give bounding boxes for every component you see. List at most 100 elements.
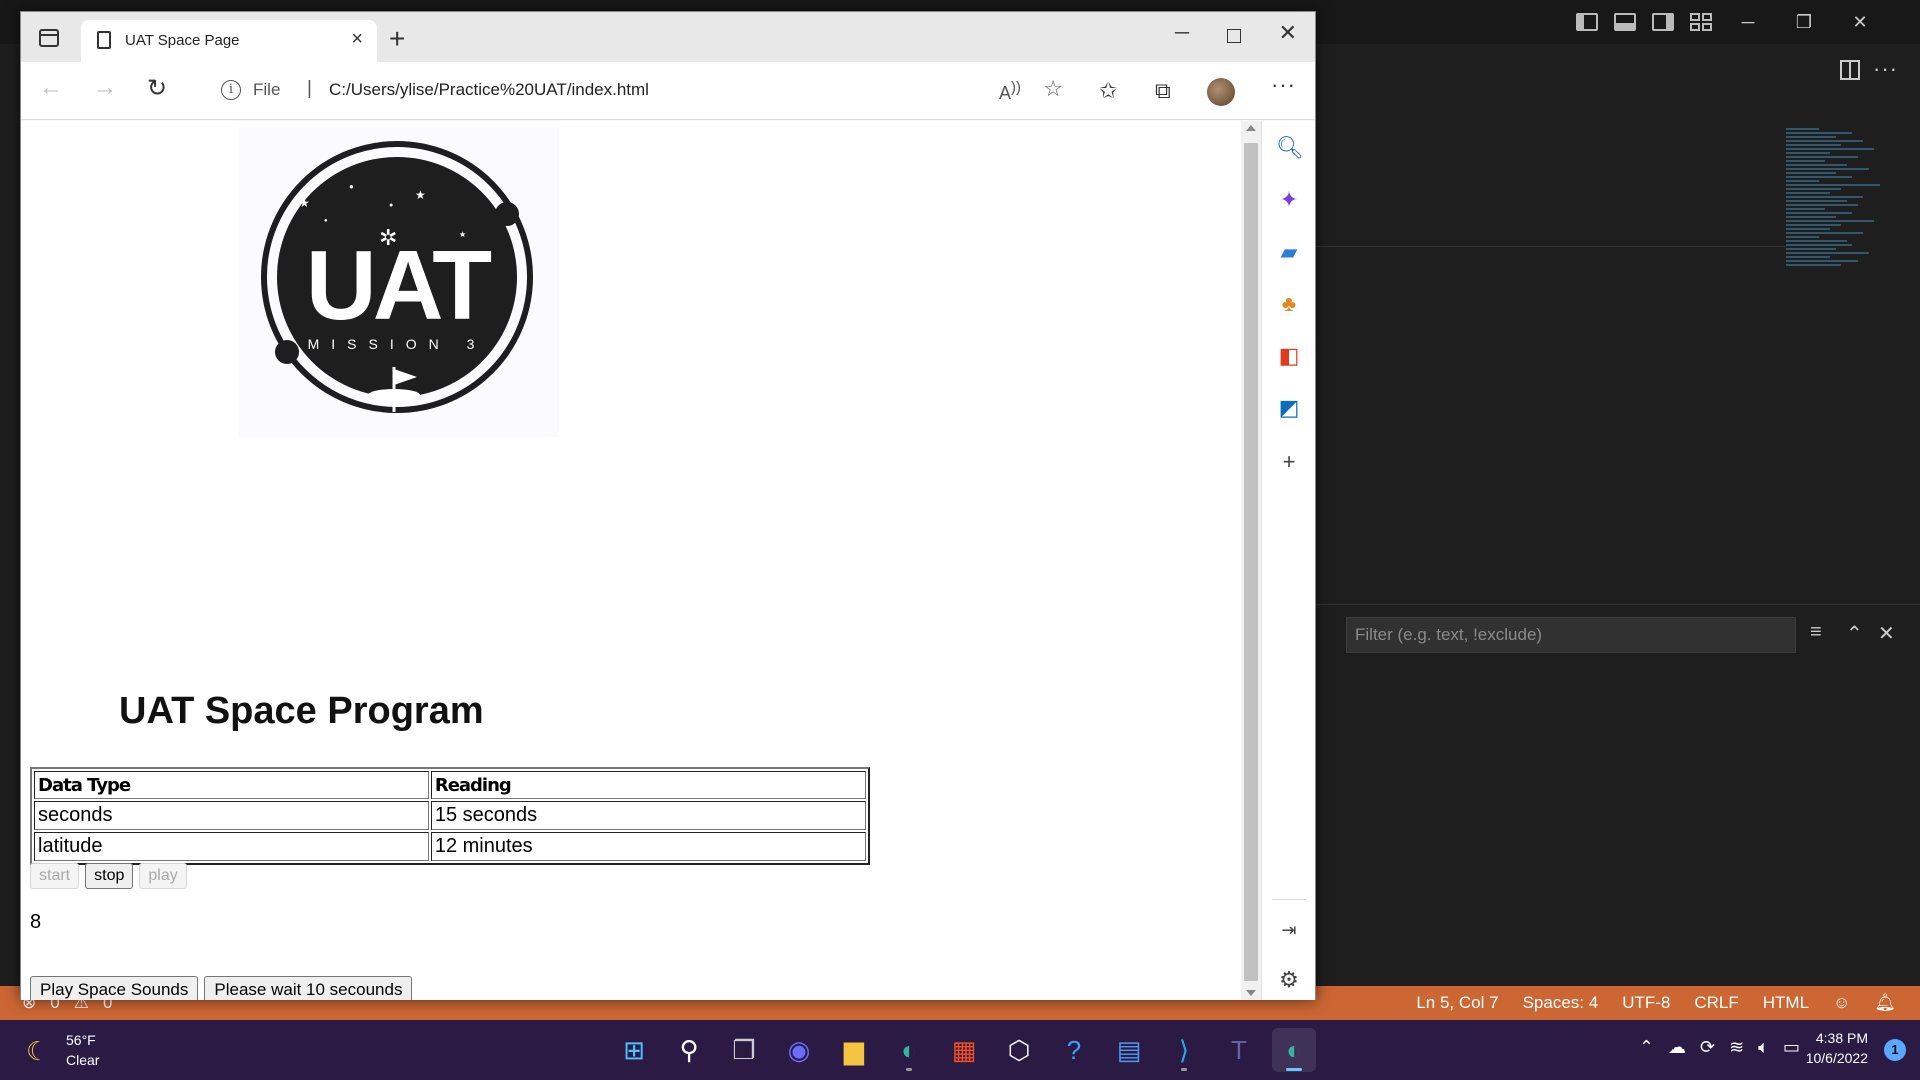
status-indentation[interactable]: Spaces: 4 [1523, 993, 1599, 1013]
add-favorite-icon[interactable]: ☆ [1043, 76, 1063, 102]
status-cursor-position[interactable]: Ln 5, Col 7 [1416, 993, 1498, 1013]
scroll-down-arrow-icon[interactable] [1246, 990, 1256, 996]
vscode-restore-icon[interactable]: ❐ [1784, 12, 1824, 33]
scroll-thumb[interactable] [1244, 143, 1258, 981]
close-tab-icon[interactable]: × [351, 28, 363, 51]
settings-more-icon[interactable]: ··· [1271, 72, 1296, 98]
sidebar-settings-icon[interactable]: ⚙ [1276, 967, 1302, 993]
url-text[interactable]: C:/Users/ylise/Practice%20UAT/index.html [329, 80, 649, 100]
toggle-primary-sidebar-icon[interactable] [1576, 13, 1598, 31]
favorites-icon[interactable]: ✩ [1099, 78, 1117, 104]
collections-icon[interactable]: ⧉ [1155, 78, 1171, 104]
timer-controls: start stop play [30, 863, 187, 889]
back-icon[interactable]: ← [39, 74, 63, 102]
url-field[interactable]: i File | C:/Users/ylise/Practice%20UAT/i… [199, 69, 1079, 111]
notifications-bell-icon[interactable]: 🔔︎ [1874, 993, 1896, 1013]
profile-avatar[interactable] [1207, 78, 1235, 106]
please-wait-button[interactable]: Please wait 10 secounds [204, 976, 413, 1000]
counter-value: 8 [30, 911, 42, 933]
edge-icon[interactable]: ◐ [887, 1028, 931, 1072]
svg-text:UAT: UAT [306, 230, 491, 340]
maximize-icon[interactable] [1227, 29, 1241, 43]
close-panel-icon[interactable]: ✕ [1878, 621, 1895, 646]
outlook-icon[interactable]: ◩ [1276, 395, 1302, 421]
data-table: Data Type Reading seconds 15 seconds lat… [30, 767, 870, 865]
split-editor-icon[interactable] [1840, 60, 1860, 80]
microsoft-store-icon[interactable]: ▦ [942, 1028, 986, 1072]
maximize-panel-icon[interactable]: ⌃ [1846, 621, 1863, 646]
wifi-icon[interactable]: ≋ [1729, 1037, 1744, 1058]
new-tab-icon[interactable]: + [389, 23, 405, 55]
teams-icon[interactable]: T [1217, 1028, 1261, 1072]
refresh-icon[interactable]: ↻ [147, 74, 167, 103]
search-icon[interactable]: ⚲ [667, 1028, 711, 1072]
minimap-line [1786, 144, 1841, 146]
customize-layout-icon[interactable] [1690, 13, 1712, 31]
minimap[interactable] [1786, 128, 1896, 328]
vscode-close-icon[interactable]: ✕ [1840, 12, 1880, 33]
page-scrollbar[interactable] [1241, 121, 1261, 1000]
tools-briefcase-icon[interactable]: ▰ [1276, 239, 1302, 265]
clock-date[interactable]: 10/6/2022 [1806, 1050, 1868, 1066]
get-help-icon[interactable]: ? [1052, 1028, 1096, 1072]
minimap-line [1786, 232, 1863, 234]
clear-output-icon[interactable]: ≡ [1810, 621, 1822, 644]
moon-weather-icon[interactable]: ☾ [26, 1036, 49, 1067]
games-icon[interactable]: ♣ [1276, 291, 1302, 317]
tab-uat-space-page[interactable]: UAT Space Page × [81, 20, 377, 62]
start-menu-icon[interactable]: ⊞ [612, 1028, 656, 1072]
stop-button[interactable]: stop [85, 863, 134, 889]
onedrive-icon[interactable]: ☁ [1668, 1037, 1686, 1058]
play-button[interactable]: play [139, 863, 187, 889]
toggle-panel-icon[interactable] [1614, 13, 1636, 31]
feedback-icon[interactable]: ☺ [1833, 993, 1850, 1013]
edge-active-icon[interactable]: ◐ [1272, 1028, 1316, 1072]
minimap-line [1786, 248, 1836, 250]
editor-more-actions-icon[interactable]: ··· [1873, 56, 1898, 82]
minimap-line [1786, 240, 1847, 242]
read-aloud-icon[interactable]: A)) [999, 79, 1021, 104]
status-language[interactable]: HTML [1763, 993, 1809, 1013]
notepad-icon[interactable]: ▤ [1107, 1028, 1151, 1072]
notification-badge[interactable]: 1 [1884, 1039, 1906, 1061]
editor-actions-bar: ··· [1316, 44, 1920, 98]
weather-temperature[interactable]: 56°F [66, 1032, 96, 1048]
vscode-minimize-icon[interactable]: ─ [1728, 12, 1768, 33]
app-icon[interactable]: ⬡ [997, 1028, 1041, 1072]
minimap-line [1786, 264, 1841, 266]
weather-description[interactable]: Clear [66, 1052, 99, 1068]
search-icon[interactable]: 🔍︎ [1276, 135, 1304, 161]
start-button[interactable]: start [30, 863, 80, 889]
chat-icon[interactable]: ◉ [777, 1028, 821, 1072]
clock-time[interactable]: 4:38 PM [1816, 1030, 1868, 1046]
play-space-sounds-button[interactable]: Play Space Sounds [30, 976, 199, 1000]
status-right: Ln 5, Col 7 Spaces: 4 UTF-8 CRLF HTML ☺ … [1416, 993, 1896, 1013]
file-explorer-icon[interactable]: ▆ [832, 1028, 876, 1072]
tab-actions-menu-icon[interactable] [39, 29, 59, 47]
minimize-icon[interactable]: ─ [1175, 22, 1189, 45]
volume-icon[interactable]: 🔈︎ [1758, 1037, 1769, 1058]
close-window-icon[interactable]: ✕ [1279, 20, 1297, 46]
minimap-line [1786, 140, 1863, 142]
hide-sidebar-icon[interactable]: ⇥ [1276, 917, 1302, 943]
table-row: latitude 12 minutes [34, 832, 866, 861]
discover-sparkle-icon[interactable]: ✦ [1276, 187, 1302, 213]
minimap-line [1786, 180, 1819, 182]
table-header: Data Type [34, 771, 429, 799]
sync-icon[interactable]: ⟳ [1700, 1037, 1715, 1058]
vscode-icon[interactable]: ⟩ [1162, 1028, 1206, 1072]
table-cell: latitude [34, 832, 429, 861]
minimap-line [1786, 188, 1841, 190]
status-eol[interactable]: CRLF [1694, 993, 1738, 1013]
battery-icon[interactable]: ▭ [1783, 1037, 1800, 1058]
task-view-icon[interactable]: ❐ [722, 1028, 766, 1072]
add-sidebar-app-icon[interactable]: + [1276, 449, 1302, 475]
office-icon[interactable]: ◧ [1276, 343, 1302, 369]
show-hidden-icons-icon[interactable]: ⌃ [1639, 1037, 1654, 1058]
toggle-secondary-sidebar-icon[interactable] [1652, 13, 1674, 31]
scroll-up-arrow-icon[interactable] [1246, 125, 1256, 131]
forward-icon[interactable]: → [93, 74, 117, 102]
status-encoding[interactable]: UTF-8 [1622, 993, 1670, 1013]
info-icon[interactable]: i [221, 80, 241, 100]
filter-input[interactable]: Filter (e.g. text, !exclude) [1346, 617, 1796, 653]
